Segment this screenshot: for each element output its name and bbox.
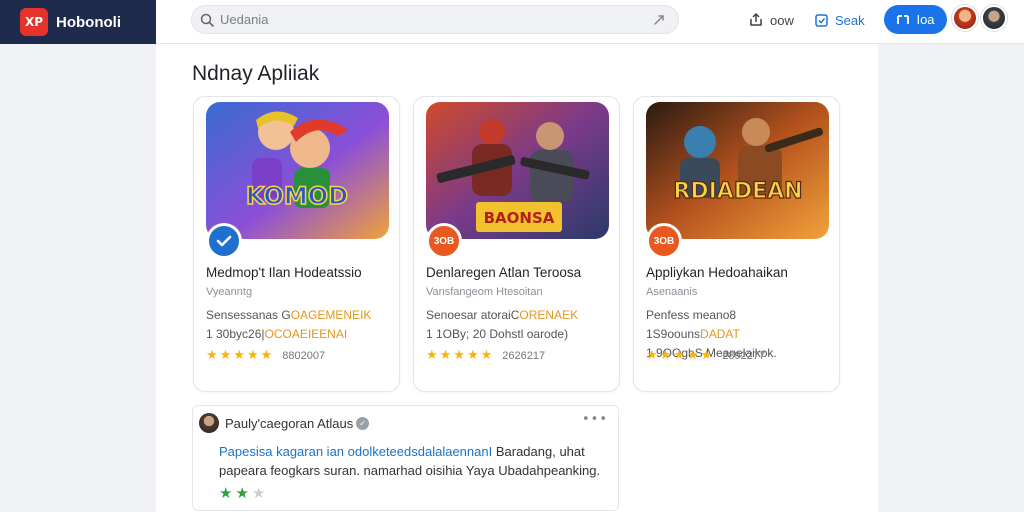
upload-label: oow: [770, 12, 794, 28]
user-avatar[interactable]: [981, 5, 1007, 31]
star-icon: ★: [260, 348, 273, 363]
star-icon: ★: [219, 484, 233, 502]
app-card[interactable]: BAONSA 3OB Denlaregen Atlan Teroosa Vans…: [413, 96, 620, 392]
star-icon: ★: [426, 348, 438, 363]
star-icon: ★: [206, 348, 218, 363]
price-badge: 3OB: [646, 223, 682, 259]
star-icon: ★: [233, 348, 245, 363]
app-title[interactable]: Medmop't Ilan Hodeatssio: [206, 265, 362, 280]
rating: ★ ★ ★ ★ ★ 2626217: [426, 348, 545, 363]
more-options-icon[interactable]: •••: [582, 412, 608, 427]
review-body: Baradang, uhat: [495, 444, 585, 459]
star-icon: ★: [673, 348, 685, 363]
desc-highlight: DADAT: [700, 327, 740, 341]
search-bar[interactable]: [191, 5, 679, 34]
desc-highlight: ORENAEK: [519, 308, 579, 322]
app-subtitle: Vyeanntg: [206, 286, 253, 298]
section-title: Ndnay Apliiak: [192, 62, 320, 85]
desc-highlight: OAGEMENEIK: [290, 308, 372, 322]
app-thumbnail[interactable]: RDIADEAN: [646, 102, 829, 239]
rating-count: 2626217: [502, 349, 546, 362]
account-button[interactable]: Ioa: [884, 5, 947, 34]
desc-highlight: OCOAEIEENAI: [264, 327, 348, 341]
app-thumbnail[interactable]: KOMOD: [206, 102, 389, 239]
star-icon: ★: [251, 484, 266, 502]
app-description: Senoesar atoraiCORENAEK 1 1OBy; 20 Dohst…: [426, 306, 612, 344]
saved-button[interactable]: Seak: [814, 8, 865, 32]
star-icon: ★: [466, 348, 479, 363]
main-panel: Ndnay Apliiak KOMOD Medmop't Ilan Hodeat…: [156, 44, 878, 512]
desc-text: 1 1OBy; 20 Dohstl oarode): [426, 327, 569, 341]
app-card[interactable]: KOMOD Medmop't Ilan Hodeatssio Vyeanntg …: [193, 96, 400, 392]
verified-icon: ✓: [356, 417, 369, 430]
star-icon: ★: [439, 348, 452, 363]
app-thumbnail[interactable]: BAONSA: [426, 102, 609, 239]
clear-search-icon[interactable]: [652, 13, 666, 27]
brand[interactable]: XP Hobonoli: [0, 0, 156, 44]
review-rating: ★ ★ ★: [219, 484, 265, 502]
check-icon: [216, 235, 232, 247]
star-icon: ★: [646, 348, 658, 363]
brand-logo: XP: [20, 8, 48, 36]
rating-count: 8802007: [282, 349, 326, 362]
app-subtitle: Vansfangeom Htesoitan: [426, 286, 543, 298]
reviewer-avatar[interactable]: [199, 413, 219, 433]
desc-text: 1 30byc26|: [206, 327, 265, 341]
star-icon: ★: [235, 484, 249, 502]
upload-button[interactable]: oow: [748, 8, 794, 32]
avatar[interactable]: [952, 5, 978, 31]
svg-text:RDIADEAN: RDIADEAN: [673, 179, 802, 204]
desc-text: Senoesar atoraiC: [426, 308, 520, 322]
app-card[interactable]: RDIADEAN 3OB Appliykan Hedoahaikan Asena…: [633, 96, 840, 392]
app-description: Sensessanas GOAGEMENEIK 1 30byc26|OCOAEI…: [206, 306, 392, 344]
search-icon: [200, 13, 214, 27]
app-subtitle: Asenaanis: [646, 286, 698, 298]
saved-label: Seak: [835, 12, 865, 28]
star-icon: ★: [246, 348, 259, 363]
review-link[interactable]: Papesisa kagaran ian odolketeedsdalalaen…: [219, 444, 492, 459]
review-body: papeara feogkars suran. namarhad oisihia…: [219, 463, 601, 478]
gamepad-icon: [897, 14, 910, 24]
reviewer-name[interactable]: Pauly'caegoran Atlaus: [225, 416, 353, 431]
desc-text: Sensessanas G: [206, 308, 291, 322]
app-title[interactable]: Denlaregen Atlan Teroosa: [426, 265, 581, 280]
star-icon: ★: [453, 348, 465, 363]
review-text: Papesisa kagaran ian odolketeedsdalalaen…: [219, 442, 611, 480]
star-icon: ★: [659, 348, 672, 363]
price-badge: 3OB: [426, 223, 462, 259]
upload-icon: [750, 12, 762, 26]
svg-text:KOMOD: KOMOD: [246, 182, 348, 210]
account-label: Ioa: [916, 12, 935, 27]
brand-name: Hobonoli: [56, 13, 121, 31]
star-icon: ★: [219, 348, 232, 363]
rating-count: 2892277: [722, 349, 766, 362]
rating: ★ ★ ★ ★ ★ 2892277: [646, 348, 765, 363]
bookmark-icon: [815, 13, 828, 27]
star-icon: ★: [480, 348, 493, 363]
verified-badge: [206, 223, 242, 259]
app-title[interactable]: Appliykan Hedoahaikan: [646, 265, 788, 280]
top-bar: XP Hobonoli oow Seak Ioa: [0, 0, 1024, 44]
star-icon: ★: [700, 348, 713, 363]
search-input[interactable]: [220, 12, 652, 27]
svg-text:BAONSA: BAONSA: [484, 209, 555, 227]
review-card: Pauly'caegoran Atlaus ✓ ••• Papesisa kag…: [192, 405, 619, 511]
rating: ★ ★ ★ ★ ★ 8802007: [206, 348, 325, 363]
star-icon: ★: [686, 348, 699, 363]
